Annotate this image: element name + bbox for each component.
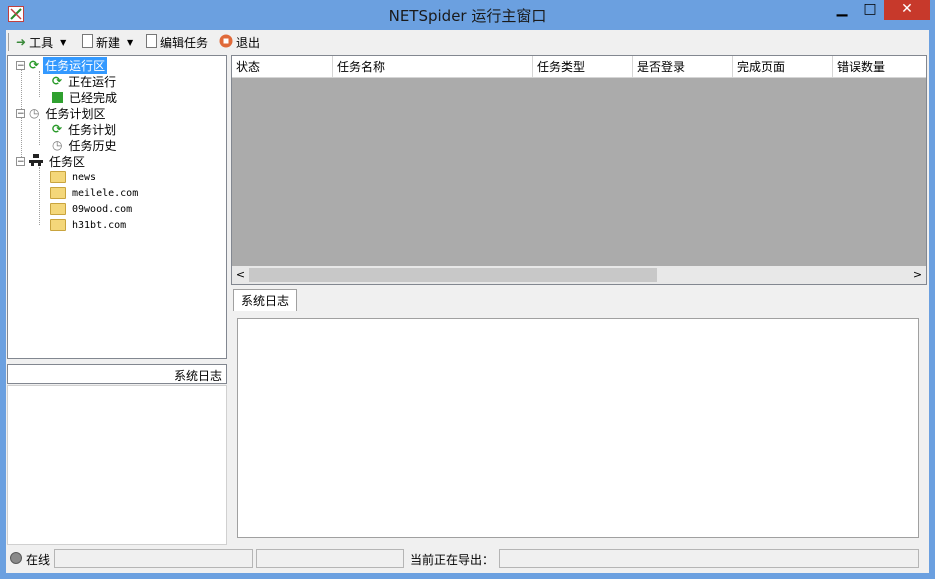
tree-node-task[interactable]: h31bt.com [50,217,128,233]
new-button[interactable]: 新建 ▼ [82,32,133,52]
tree-node-plan-area[interactable]: − ◷ 任务计划区 [16,105,108,121]
export-progress [499,549,919,568]
collapse-icon[interactable]: − [16,108,25,118]
tree-node-task[interactable]: meilele.com [50,185,140,201]
horizontal-scrollbar[interactable]: < > [232,266,926,284]
refresh-icon: ⟳ [52,74,63,88]
toolbar: ➜ 工具 ▼ 新建 ▼ 编辑任务 退出 [6,30,929,54]
minimize-button[interactable]: ▁ [828,0,856,20]
status-field-1 [54,549,253,568]
column-header-pages-done[interactable]: 完成页面 [733,56,833,78]
tree-label: 任务区 [49,154,86,169]
dropdown-icon: ▼ [127,37,134,47]
column-header-errors[interactable]: 错误数量 [833,56,926,78]
folder-icon [50,171,66,183]
column-header-task-type[interactable]: 任务类型 [533,56,633,78]
window-title: NETSpider 运行主窗口 [388,7,547,25]
tree-label: meilele.com [72,187,139,199]
dropdown-icon: ▼ [60,37,67,47]
new-label: 新建 [96,35,121,50]
tree-label: 已经完成 [69,90,118,105]
folder-icon [50,203,66,215]
client-area: ➜ 工具 ▼ 新建 ▼ 编辑任务 退出 − ⟳ 任务运行区 ⟳ 正在运行 已经完… [6,30,929,573]
edit-task-label: 编辑任务 [160,35,209,50]
title-bar: NETSpider 运行主窗口 ▁ □ ✕ [0,0,935,30]
status-field-2 [256,549,404,568]
tree-label: 任务历史 [68,138,117,153]
refresh-icon: ⟳ [29,58,40,72]
scroll-right-icon[interactable]: > [909,266,926,284]
document-icon [146,33,157,51]
left-log-title: 系统日志 [173,369,222,383]
maximize-button[interactable]: □ [856,0,884,20]
collapse-icon[interactable]: − [16,156,25,166]
status-indicator-icon [10,552,22,564]
export-label: 当前正在导出： [410,553,495,567]
tree-node-task[interactable]: news [50,169,98,185]
tab-system-log[interactable]: 系统日志 [233,289,297,311]
tools-button[interactable]: ➜ 工具 ▼ [16,32,66,52]
grid-header: 状态 任务名称 任务类型 是否登录 完成页面 错误数量 [232,56,926,78]
tools-label: 工具 [29,35,54,50]
arrow-right-icon: ➜ [16,35,27,49]
clock-icon: ◷ [29,106,40,120]
task-tree[interactable]: − ⟳ 任务运行区 ⟳ 正在运行 已经完成 − ◷ 任务计划区 ⟳ 任务计划 ◷… [7,55,227,359]
close-button[interactable]: ✕ [884,0,930,20]
left-log-header[interactable]: 系统日志 [7,364,227,384]
completed-icon [52,91,63,103]
tree-label: 任务运行区 [43,56,108,74]
tree-node-completed[interactable]: 已经完成 [52,89,119,105]
scroll-thumb[interactable] [249,268,657,282]
tree-label: news [72,171,97,183]
network-icon [29,153,43,169]
tree-label: 任务计划 [68,122,117,137]
tree-label: 09wood.com [72,203,133,215]
status-bar: 在线 当前正在导出： [6,546,929,570]
tree-node-task-plan[interactable]: ⟳ 任务计划 [52,121,118,137]
new-document-icon [82,33,93,51]
left-log-body [7,385,227,545]
tree-node-task[interactable]: 09wood.com [50,201,134,217]
stop-icon [219,34,233,51]
task-grid[interactable]: 状态 任务名称 任务类型 是否登录 完成页面 错误数量 < > [231,55,927,285]
collapse-icon[interactable]: − [16,60,25,70]
tree-label: 任务计划区 [45,106,106,121]
folder-icon [50,187,66,199]
column-header-task-name[interactable]: 任务名称 [333,56,533,78]
tree-label: 正在运行 [68,74,117,89]
scroll-left-icon[interactable]: < [232,266,249,284]
tree-node-running[interactable]: ⟳ 正在运行 [52,73,118,89]
folder-icon [50,219,66,231]
tree-node-running-area[interactable]: − ⟳ 任务运行区 [16,56,108,74]
tree-node-task-history[interactable]: ◷ 任务历史 [52,137,119,153]
column-header-login[interactable]: 是否登录 [633,56,733,78]
right-log-body [237,318,919,538]
tree-node-task-area[interactable]: − 任务区 [16,153,87,169]
column-header-status[interactable]: 状态 [232,56,333,78]
clock-icon: ◷ [52,138,63,152]
tree-label: h31bt.com [72,219,127,231]
plan-icon: ⟳ [52,122,63,136]
toolbar-grip [8,33,9,51]
edit-task-button[interactable]: 编辑任务 [146,32,208,52]
exit-label: 退出 [236,35,261,50]
status-online: 在线 [26,553,51,567]
exit-button[interactable]: 退出 [219,32,260,52]
